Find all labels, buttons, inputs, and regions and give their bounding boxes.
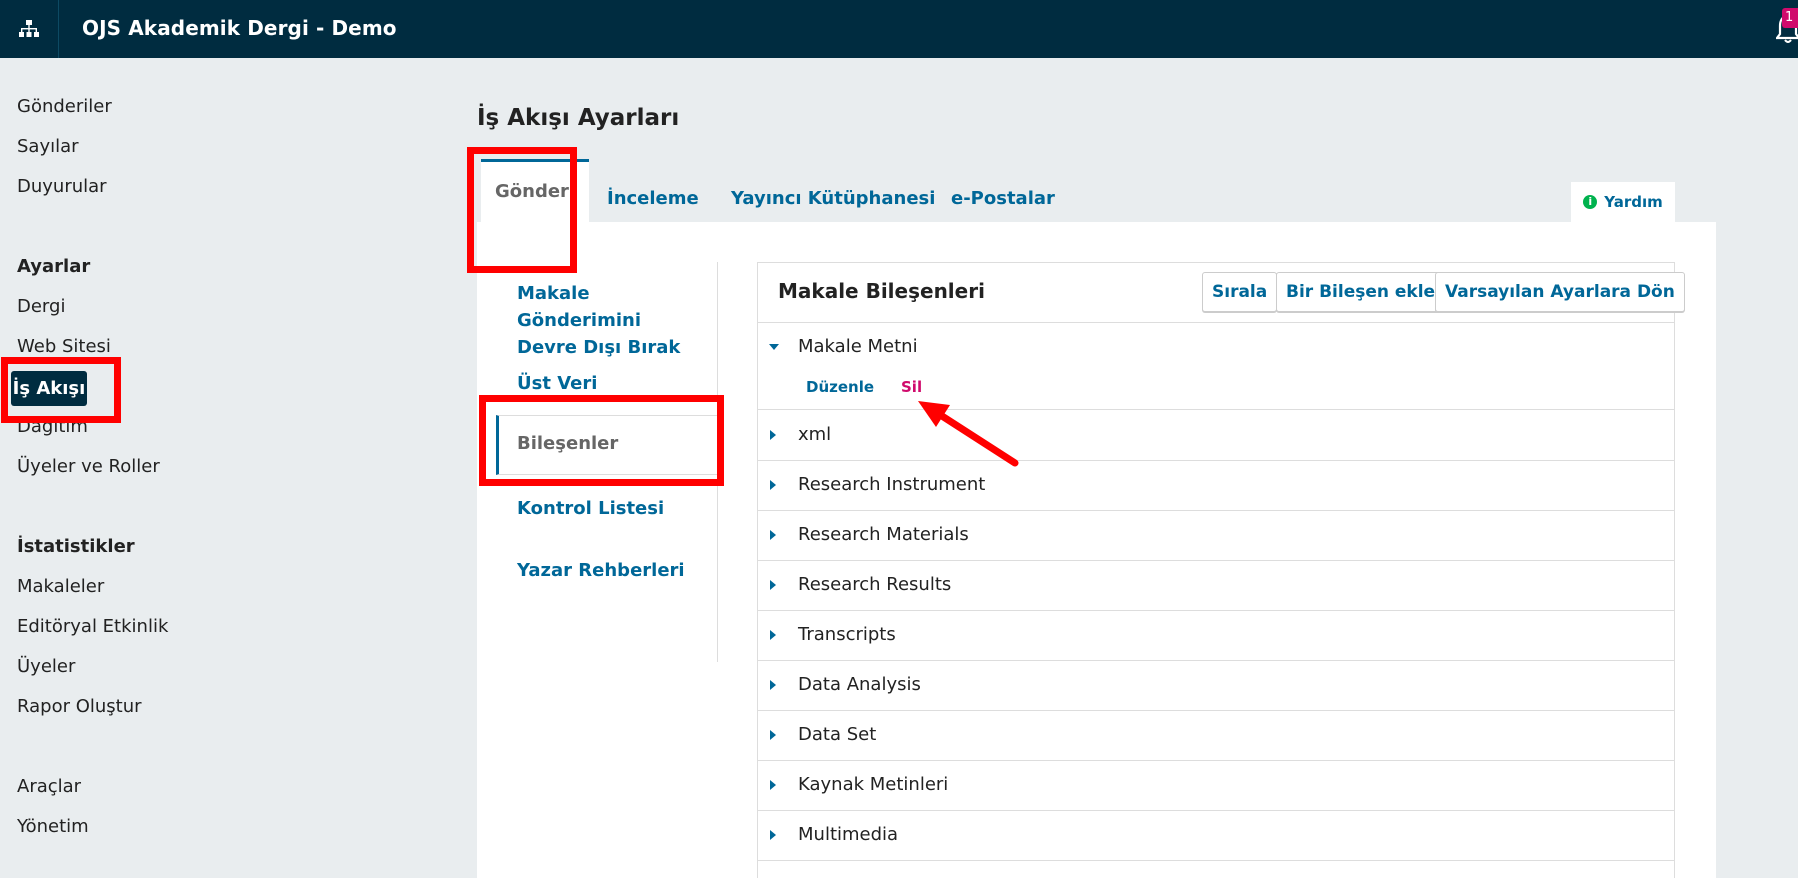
sidebar-item-generate-report[interactable]: Rapor Oluştur (17, 696, 142, 717)
top-bar: OJS Akademik Dergi - Demo 1 (0, 0, 1798, 58)
sidebar-item-editorial-activity[interactable]: Editöryal Etkinlik (17, 616, 168, 637)
grid-row[interactable]: Transcripts (758, 610, 1674, 661)
red-arrow-annotation (918, 401, 1019, 467)
caret-right-icon[interactable] (770, 730, 776, 740)
row-label: Transcripts (798, 624, 896, 645)
caret-right-icon[interactable] (770, 830, 776, 840)
grid-row[interactable]: Data Analysis (758, 660, 1674, 711)
row-label: Multimedia (798, 824, 899, 845)
row-label: Makale Metni (798, 336, 918, 357)
sitemap-icon (19, 20, 39, 37)
caret-right-icon[interactable] (770, 430, 776, 440)
components-grid: Makale Bileşenleri Sırala Bir Bileşen ek… (757, 262, 1685, 878)
grid-row[interactable]: Multimedia (758, 810, 1674, 861)
caret-right-icon[interactable] (770, 580, 776, 590)
subnav-metadata[interactable]: Üst Veri (517, 370, 597, 397)
sidebar-heading-statistics: İstatistikler (17, 536, 135, 557)
subnav-components-label: Bileşenler (517, 433, 619, 454)
grid-row[interactable]: Research Results (758, 560, 1674, 611)
caret-right-icon[interactable] (770, 630, 776, 640)
order-button[interactable]: Sırala (1202, 272, 1278, 312)
row-label: Research Results (798, 574, 952, 595)
page-title: İş Akışı Ayarları (477, 105, 680, 131)
tab-publisher-library[interactable]: Yayıncı Kütüphanesi (731, 176, 935, 222)
grid-title: Makale Bileşenleri (778, 279, 985, 303)
grid-row[interactable]: Kaynak Metinleri (758, 760, 1674, 811)
row-label: Data Set (798, 724, 877, 745)
site-switcher-button[interactable] (0, 0, 59, 58)
sidebar-item-distribution[interactable]: Dağıtım (17, 416, 88, 437)
caret-right-icon[interactable] (770, 680, 776, 690)
grid-row[interactable]: Data Set (758, 710, 1674, 761)
site-title[interactable]: OJS Akademik Dergi - Demo (82, 0, 397, 58)
tab-review[interactable]: İnceleme (607, 176, 699, 222)
sidebar-item-users-roles[interactable]: Üyeler ve Roller (17, 456, 160, 477)
caret-right-icon[interactable] (770, 480, 776, 490)
sidebar-item-submissions[interactable]: Gönderiler (17, 96, 112, 117)
sidebar-item-issues[interactable]: Sayılar (17, 136, 79, 157)
grid-row-expanded[interactable]: Makale Metni Düzenle Sil (758, 322, 1674, 410)
sidebar-item-website[interactable]: Web Sitesi (17, 336, 111, 357)
subnav-components[interactable]: Bileşenler (496, 415, 717, 475)
row-label: Kaynak Metinleri (798, 774, 949, 795)
caret-right-icon[interactable] (770, 780, 776, 790)
restore-defaults-button[interactable]: Varsayılan Ayarlara Dön (1435, 272, 1685, 312)
subnav-author-guidelines[interactable]: Yazar Rehberleri (517, 557, 685, 584)
sidebar-item-articles[interactable]: Makaleler (17, 576, 104, 597)
row-label: Data Analysis (798, 674, 921, 695)
tab-submission[interactable]: Gönderi (481, 159, 590, 222)
sidebar-item-stats-users[interactable]: Üyeler (17, 656, 75, 677)
help-button[interactable]: i Yardım (1571, 182, 1675, 222)
page-body: Gönderiler Sayılar Duyurular Ayarlar Der… (0, 58, 1798, 878)
sidebar-item-workflow[interactable]: İş Akışı (11, 371, 87, 406)
grid-row[interactable]: Research Materials (758, 510, 1674, 561)
subnav-disable-submissions[interactable]: Makale Gönderimini Devre Dışı Bırak (517, 280, 697, 361)
row-label: Research Instrument (798, 474, 986, 495)
notification-badge: 1 (1782, 8, 1798, 28)
grid-header: Makale Bileşenleri Sırala Bir Bileşen ek… (758, 263, 1685, 323)
info-icon: i (1583, 195, 1598, 209)
help-label: Yardım (1604, 193, 1663, 211)
row-label: xml (798, 424, 832, 445)
grid-row[interactable]: Research Instrument (758, 460, 1674, 511)
sidebar-item-announcements[interactable]: Duyurular (17, 176, 107, 197)
add-component-button[interactable]: Bir Bileşen ekle (1276, 272, 1446, 312)
edit-link[interactable]: Düzenle (806, 378, 874, 396)
caret-down-icon[interactable] (769, 344, 779, 350)
sidebar: Gönderiler Sayılar Duyurular Ayarlar Der… (0, 58, 470, 878)
tab-emails[interactable]: e-Postalar (951, 176, 1055, 222)
sidebar-item-tools[interactable]: Araçlar (17, 776, 81, 797)
sidebar-item-journal[interactable]: Dergi (17, 296, 65, 317)
sidebar-item-administration[interactable]: Yönetim (17, 816, 89, 837)
row-label: Research Materials (798, 524, 969, 545)
grid-row[interactable]: xml (758, 410, 1674, 461)
caret-right-icon[interactable] (770, 530, 776, 540)
sidebar-heading-settings: Ayarlar (17, 256, 91, 277)
subnav-divider (717, 262, 718, 662)
subnav-checklist[interactable]: Kontrol Listesi (517, 495, 664, 522)
